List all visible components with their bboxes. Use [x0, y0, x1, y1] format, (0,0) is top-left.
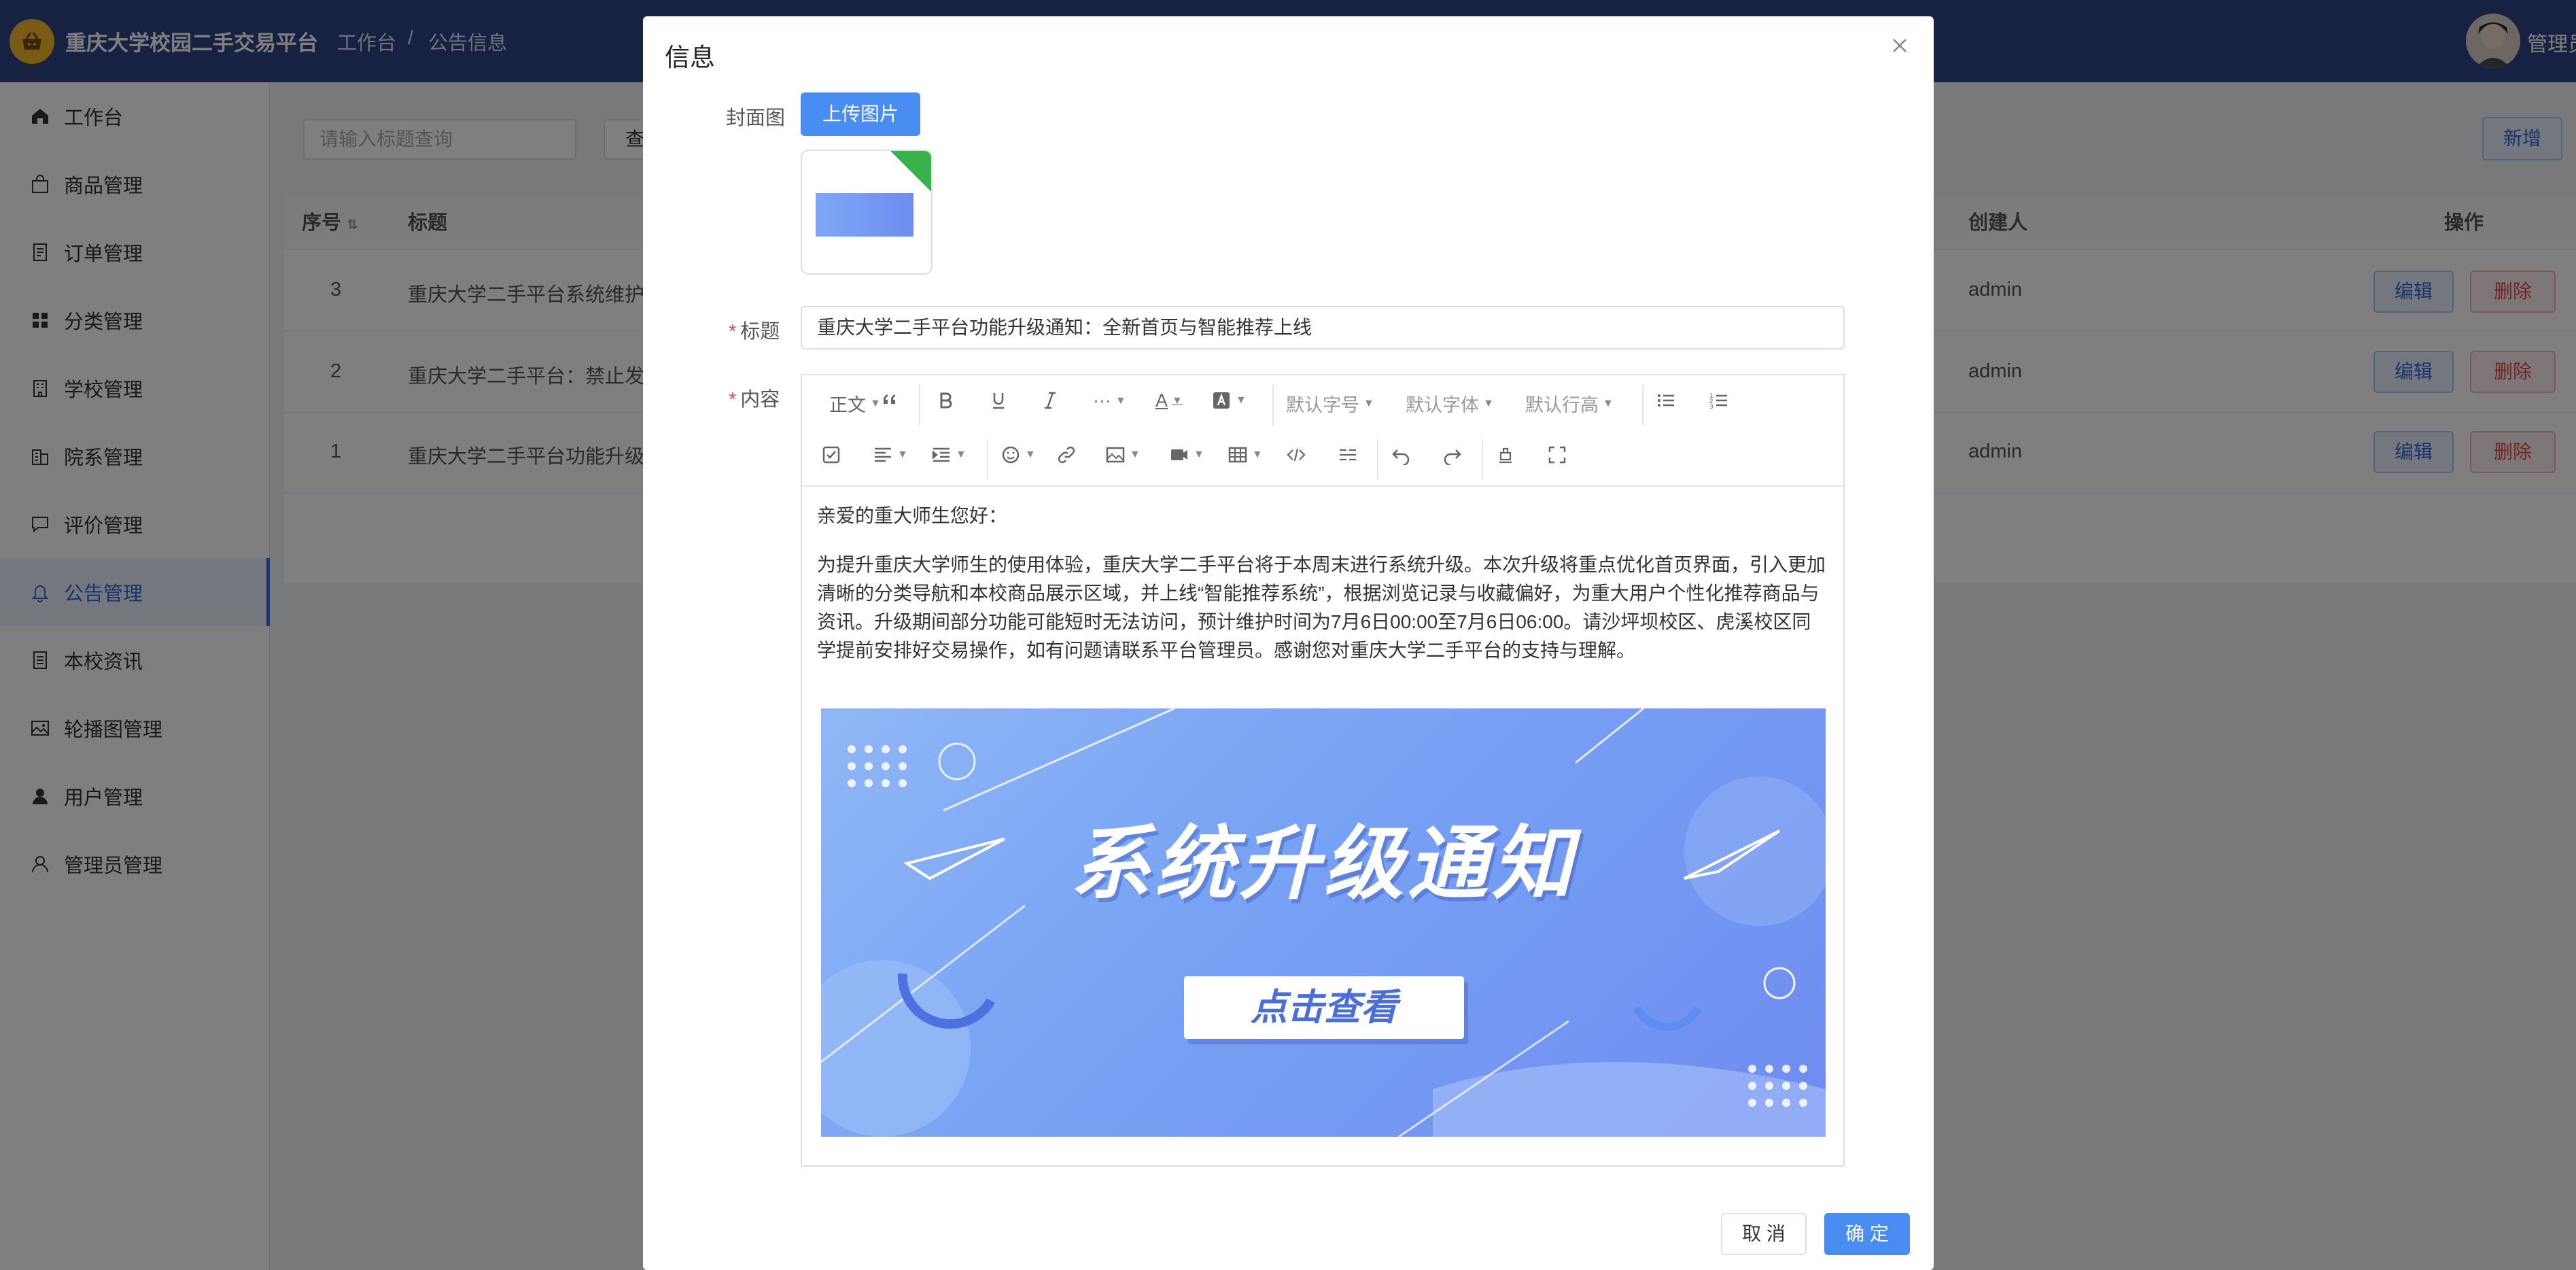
cancel-button[interactable]: 取 消 [1721, 1213, 1807, 1255]
banner-title: 系统升级通知 [1070, 819, 1576, 909]
content-greeting: 亲爱的重大师生您好： [817, 505, 1008, 526]
toolbar-divider [1482, 439, 1483, 480]
undo-icon[interactable] [1391, 445, 1411, 465]
toolbar-divider [1642, 385, 1643, 426]
underline-icon[interactable] [988, 390, 1009, 411]
code-icon[interactable] [1286, 445, 1306, 465]
redo-icon[interactable] [1442, 445, 1463, 465]
divider-line-icon[interactable] [1338, 445, 1358, 465]
background-color-icon[interactable]: ▼ [1211, 390, 1247, 411]
content-paragraph: 为提升重庆大学师生的使用体验，重庆大学二手平台将于本周末进行系统升级。本次升级将… [817, 554, 1826, 661]
dialog-title: 信息 [665, 44, 715, 71]
title-input[interactable]: 重庆大学二手平台功能升级通知：全新首页与智能推荐上线 [801, 306, 1845, 349]
image-icon[interactable]: ▼ [1105, 445, 1141, 465]
link-icon[interactable] [1056, 445, 1077, 465]
line-height-select[interactable]: 默认行高 ▼ [1525, 390, 1614, 417]
title-label: * 标题 [729, 321, 780, 343]
font-size-select[interactable]: 默认字号 ▼ [1286, 390, 1374, 417]
quote-icon[interactable] [880, 390, 900, 411]
table-icon[interactable]: ▼ [1228, 445, 1263, 465]
more-styles-button[interactable]: ··· ▼ [1093, 390, 1126, 411]
content-label: * 内容 [729, 389, 780, 411]
font-color-button[interactable]: A ▼ [1155, 390, 1183, 411]
toolbar-divider [1272, 385, 1274, 426]
toolbar-divider [987, 439, 988, 480]
editor-toolbar: 正文 ▼ ··· ▼ A ▼ ▼ 默认字号 ▼ 默认字体 ▼ 默认行高 ▼ 123 ▼ ▼ … [802, 375, 1843, 487]
toolbar-divider [919, 385, 920, 426]
content-banner-image[interactable]: 系统升级通知 点击查看 [821, 708, 1826, 1137]
bullet-list-icon[interactable] [1656, 390, 1676, 411]
announcement-dialog: 信息 封面图 上传图片 * 标题 重庆大学二手平台功能升级通知：全新首页与智能推荐… [643, 16, 1934, 1270]
clear-format-icon[interactable] [1495, 445, 1516, 465]
cover-image [816, 193, 913, 237]
confirm-button[interactable]: 确 定 [1824, 1213, 1910, 1255]
video-icon[interactable]: ▼ [1169, 445, 1204, 465]
upload-success-icon [890, 151, 931, 192]
todo-checkbox-icon[interactable] [821, 445, 841, 465]
banner-decoration [821, 708, 1826, 1137]
fullscreen-icon[interactable] [1547, 445, 1567, 465]
svg-text:3: 3 [1709, 404, 1713, 411]
align-icon[interactable]: ▼ [873, 445, 908, 465]
numbered-list-icon[interactable]: 123 [1709, 390, 1729, 411]
toolbar-divider [1377, 439, 1378, 480]
editor-content[interactable]: 亲爱的重大师生您好： 为提升重庆大学师生的使用体验，重庆大学二手平台将于本周末进… [817, 502, 1830, 665]
font-family-select[interactable]: 默认字体 ▼ [1406, 390, 1494, 417]
cover-label: 封面图 [726, 107, 786, 129]
cover-thumbnail[interactable] [801, 150, 933, 275]
bold-icon[interactable] [935, 390, 956, 411]
rich-text-editor[interactable]: 正文 ▼ ··· ▼ A ▼ ▼ 默认字号 ▼ 默认字体 ▼ 默认行高 ▼ 123 ▼ ▼ … [801, 374, 1845, 1167]
close-icon[interactable] [1888, 34, 1911, 57]
emoji-icon[interactable]: ▼ [1000, 445, 1036, 465]
banner-view-button: 点击查看 [1184, 976, 1464, 1039]
indent-icon[interactable]: ▼ [931, 445, 967, 465]
italic-icon[interactable] [1040, 390, 1060, 411]
upload-image-button[interactable]: 上传图片 [801, 92, 920, 136]
paragraph-select[interactable]: 正文 ▼ [829, 390, 881, 417]
